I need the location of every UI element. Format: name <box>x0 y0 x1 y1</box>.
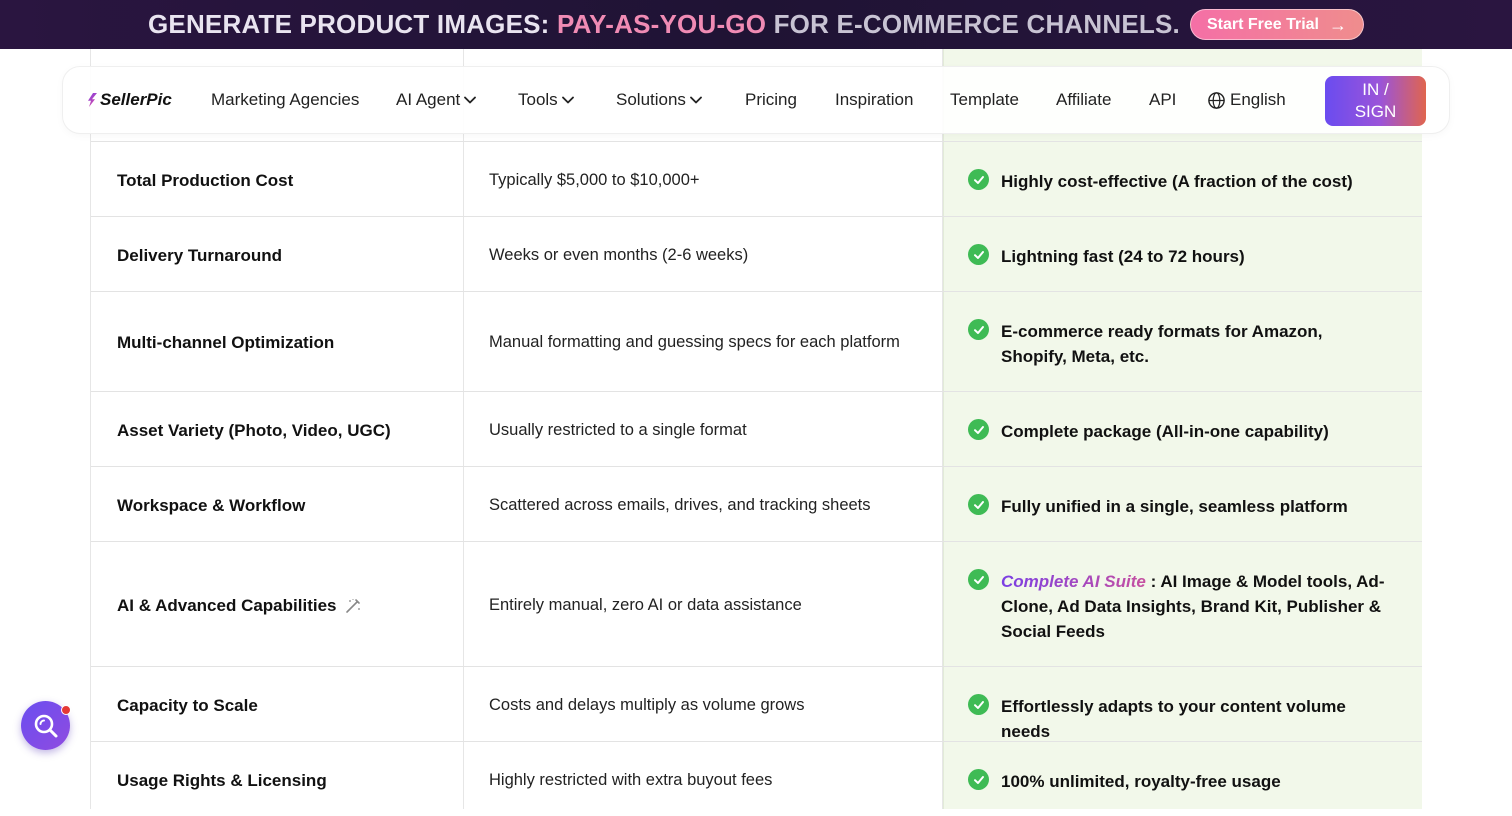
sellerpic-text: Complete package (All-in-one capability) <box>1001 422 1329 441</box>
check-icon <box>968 244 989 265</box>
check-icon <box>968 319 989 340</box>
nav-label: Tools <box>518 90 558 109</box>
table-row: Workspace & Workflow Scattered across em… <box>91 466 1422 541</box>
traditional-cell: Costs and delays multiply as volume grow… <box>489 696 805 714</box>
traditional-cell: Highly restricted with extra buyout fees <box>489 771 773 789</box>
table-row: Asset Variety (Photo, Video, UGC) Usuall… <box>91 391 1422 466</box>
table-row: AI & Advanced Capabilities Entirely manu… <box>91 541 1422 666</box>
feature-cell: AI & Advanced Capabilities <box>117 596 362 616</box>
nav-affiliate[interactable]: Affiliate <box>1056 90 1111 110</box>
feature-cell: Capacity to Scale <box>117 696 258 715</box>
promo-highlight: PAY-AS-YOU-GO <box>556 9 767 39</box>
nav-label: Inspiration <box>835 90 914 109</box>
promo-headline: GENERATE PRODUCT IMAGES: PAY-AS-YOU-GO F… <box>148 9 1180 40</box>
sellerpic-text: Highly cost-effective (A fraction of the… <box>1001 172 1353 191</box>
table-row: Usage Rights & Licensing Highly restrict… <box>91 741 1422 816</box>
promo-text-part2: FOR E-COMMERCE CHANNELS. <box>766 9 1180 39</box>
sellerpic-cell: Lightning fast (24 to 72 hours) <box>968 244 1388 269</box>
feature-cell: Usage Rights & Licensing <box>117 771 327 790</box>
start-free-trial-button[interactable]: Start Free Trial → <box>1189 9 1364 40</box>
bolt-logo-icon <box>88 93 97 107</box>
sellerpic-text: Fully unified in a single, seamless plat… <box>1001 497 1348 516</box>
sign-in-button[interactable]: IN / SIGN <box>1325 76 1426 126</box>
nav-solutions[interactable]: Solutions <box>616 90 702 110</box>
check-icon <box>968 419 989 440</box>
nav-ai-agent[interactable]: AI Agent <box>396 90 477 110</box>
magic-wand-icon <box>346 599 361 613</box>
sellerpic-logo[interactable]: SellerPic <box>87 90 172 110</box>
table-row: Delivery Turnaround Weeks or even months… <box>91 216 1422 291</box>
nav-label: Solutions <box>616 90 686 109</box>
table-row: Total Production Cost Typically $5,000 t… <box>91 141 1422 216</box>
check-icon <box>968 569 989 590</box>
sellerpic-text: Effortlessly adapts to your content volu… <box>1001 697 1346 741</box>
traditional-cell: Weeks or even months (2-6 weeks) <box>489 246 749 264</box>
comparison-table: Total Production Cost Typically $5,000 t… <box>90 49 1422 809</box>
traditional-cell: Typically $5,000 to $10,000+ <box>489 171 700 189</box>
main-nav: SellerPic Marketing Agencies AI Agent To… <box>62 66 1450 134</box>
nav-template[interactable]: Template <box>950 90 1019 110</box>
check-icon <box>968 694 989 715</box>
start-free-trial-label: Start Free Trial <box>1206 15 1319 33</box>
nav-label: Pricing <box>745 90 797 109</box>
nav-label: API <box>1149 90 1177 109</box>
ai-suite-highlight: Complete AI Suite <box>1001 572 1146 591</box>
feature-cell: Total Production Cost <box>117 171 294 190</box>
nav-label: Marketing Agencies <box>211 90 360 109</box>
check-icon <box>968 769 989 790</box>
promo-banner: GENERATE PRODUCT IMAGES: PAY-AS-YOU-GO F… <box>0 0 1512 49</box>
feature-cell: Delivery Turnaround <box>117 246 282 265</box>
chevron-down-icon <box>561 96 574 104</box>
feature-cell: Workspace & Workflow <box>117 496 306 515</box>
search-icon <box>34 714 57 737</box>
language-selector[interactable]: English <box>1207 90 1286 110</box>
traditional-cell: Entirely manual, zero AI or data assista… <box>489 596 802 614</box>
arrow-right-icon: → <box>1329 14 1347 35</box>
nav-tools[interactable]: Tools <box>518 90 574 110</box>
traditional-cell: Usually restricted to a single format <box>489 421 747 439</box>
traditional-cell: Manual formatting and guessing specs for… <box>489 333 900 351</box>
sellerpic-cell: Fully unified in a single, seamless plat… <box>968 494 1388 519</box>
chevron-down-icon <box>690 96 702 104</box>
check-icon <box>968 169 989 190</box>
promo-text-part1: GENERATE PRODUCT IMAGES: <box>147 9 557 39</box>
sellerpic-cell: Complete AI Suite : AI Image & Model too… <box>968 569 1388 644</box>
check-icon <box>968 494 989 515</box>
sellerpic-cell: E-commerce ready formats for Amazon, Sho… <box>968 319 1388 369</box>
nav-label: Template <box>950 90 1019 109</box>
table-row: Capacity to Scale Costs and delays multi… <box>91 666 1422 741</box>
sellerpic-text: E-commerce ready formats for Amazon, Sho… <box>1001 322 1323 366</box>
nav-api[interactable]: API <box>1149 90 1176 110</box>
sellerpic-cell: 100% unlimited, royalty-free usage <box>968 769 1388 794</box>
table-row: Multi-channel Optimization Manual format… <box>91 291 1422 391</box>
feature-cell: Multi-channel Optimization <box>117 333 335 352</box>
language-label: English <box>1230 90 1286 109</box>
sellerpic-text: 100% unlimited, royalty-free usage <box>1001 772 1281 791</box>
nav-pricing[interactable]: Pricing <box>745 90 797 110</box>
nav-label: AI Agent <box>396 90 461 109</box>
nav-label: Affiliate <box>1056 90 1112 109</box>
traditional-cell: Scattered across emails, drives, and tra… <box>489 496 871 514</box>
nav-inspiration[interactable]: Inspiration <box>835 90 913 110</box>
sellerpic-text: Complete AI Suite : AI Image & Model too… <box>1001 569 1388 644</box>
sellerpic-cell: Effortlessly adapts to your content volu… <box>968 694 1388 744</box>
sellerpic-text: Lightning fast (24 to 72 hours) <box>1001 247 1245 266</box>
sellerpic-cell: Complete package (All-in-one capability) <box>968 419 1388 444</box>
nav-marketing-agencies[interactable]: Marketing Agencies <box>211 90 359 110</box>
feature-label: AI & Advanced Capabilities <box>117 596 337 615</box>
sign-in-label-line1: IN / <box>1362 80 1389 99</box>
sign-in-label-line2: SIGN <box>1354 102 1397 121</box>
logo-text: SellerPic <box>100 90 172 109</box>
globe-icon <box>1208 91 1225 109</box>
feature-cell: Asset Variety (Photo, Video, UGC) <box>117 421 391 440</box>
notification-dot <box>61 705 71 715</box>
sellerpic-cell: Highly cost-effective (A fraction of the… <box>968 169 1388 194</box>
chevron-down-icon <box>464 96 477 104</box>
